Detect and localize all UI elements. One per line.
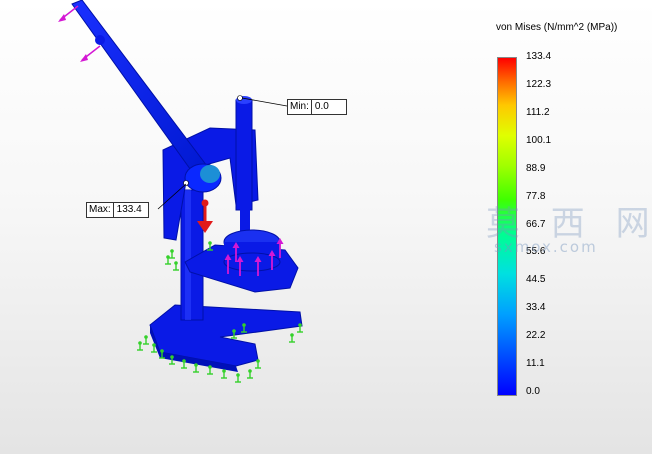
max-probe-label: Max: xyxy=(89,204,111,215)
min-probe-callout: Min: 0.0 xyxy=(287,99,347,115)
legend-tick-label: 22.2 xyxy=(526,330,546,342)
legend-tick-label: 100.1 xyxy=(526,134,552,146)
legend-tick-label: 122.3 xyxy=(526,78,552,90)
min-probe-label: Min: xyxy=(290,101,309,112)
max-probe-value: 133.4 xyxy=(112,203,148,217)
legend-tick-label: 33.4 xyxy=(526,302,546,314)
watermark-url: sxmox.com xyxy=(494,238,598,256)
base-part[interactable] xyxy=(149,304,303,372)
legend-tick-label: 88.9 xyxy=(526,162,546,174)
legend-tick-label: 0.0 xyxy=(526,386,540,397)
max-probe-callout: Max: 133.4 xyxy=(86,202,149,218)
legend-tick-label: 44.5 xyxy=(526,274,546,286)
legend-tick-label: 111.2 xyxy=(526,106,550,118)
legend-tick-label: 11.1 xyxy=(526,358,545,370)
legend-title: von Mises (N/mm^2 (MPa)) xyxy=(496,22,618,33)
min-probe-value: 0.0 xyxy=(310,100,346,114)
legend-tick-label: 133.4 xyxy=(526,51,552,62)
lever-part[interactable] xyxy=(71,0,222,193)
min-probe-marker xyxy=(237,95,243,101)
